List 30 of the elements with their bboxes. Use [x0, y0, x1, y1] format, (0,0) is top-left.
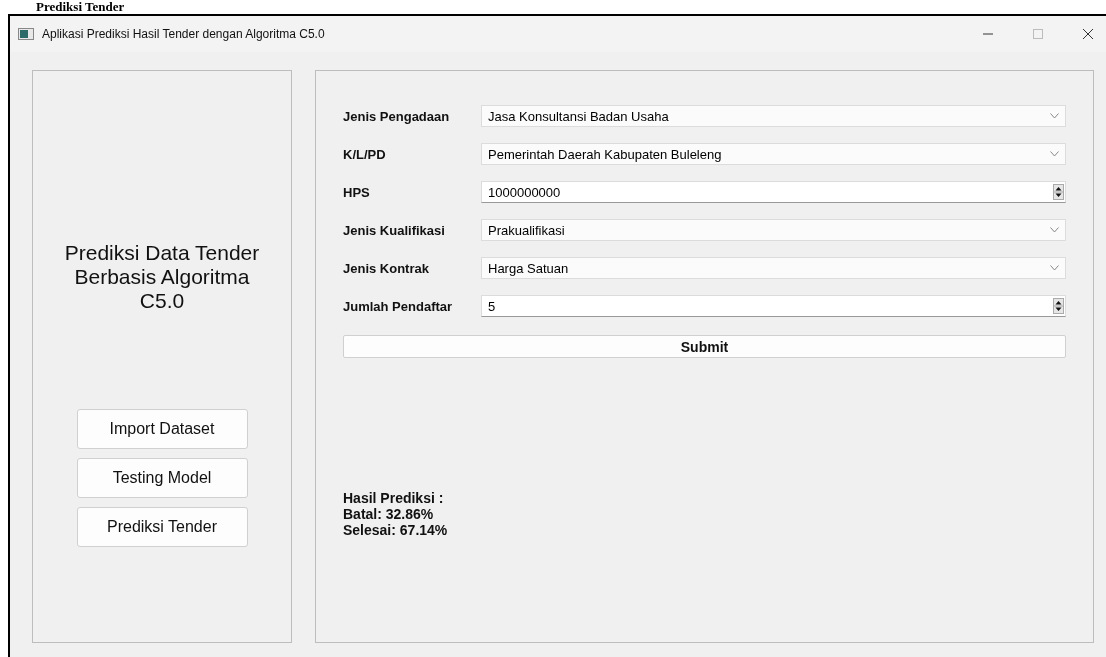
- field-label: Jumlah Pendaftar: [343, 298, 454, 314]
- result-text: Batal: 32.86%: [343, 506, 435, 522]
- chevron-icon: [1050, 265, 1059, 271]
- result-text: Hasil Prediksi :: [343, 490, 445, 506]
- close-icon[interactable]: [1082, 28, 1094, 40]
- field-label: Jenis Kontrak: [343, 260, 430, 276]
- field-label: HPS: [343, 184, 371, 200]
- chevron-icon: [1050, 113, 1059, 119]
- field-label: Jenis Pengadaan: [343, 108, 451, 124]
- spin-arrows-icon[interactable]: [1053, 184, 1064, 200]
- dropdown[interactable]: Pemerintah Daerah Kabupaten Buleleng: [481, 143, 1066, 165]
- sidebar-button[interactable]: Testing Model: [76, 458, 248, 498]
- field-label: K/L/PD: [343, 146, 387, 162]
- result-text: Selesai: 67.14%: [343, 522, 449, 538]
- dropdown[interactable]: Prakualifikasi: [481, 219, 1066, 241]
- sidebar-button[interactable]: Import Dataset: [76, 409, 248, 449]
- spin-arrows-icon[interactable]: [1053, 298, 1064, 314]
- submit-button[interactable]: Submit: [343, 335, 1066, 358]
- chevron-icon: [1050, 227, 1059, 233]
- window-title: Aplikasi Prediksi Hasil Tender dengan Algoritma C5.0: [42, 27, 325, 41]
- sidebar-button[interactable]: Prediksi Tender: [76, 507, 248, 547]
- dropdown[interactable]: Jasa Konsultansi Badan Usaha: [481, 105, 1066, 127]
- sidebar-title: Prediksi Data Tender Berbasis Algoritma C5.0: [63, 241, 261, 313]
- document-heading: Prediksi Tender: [36, 0, 125, 14]
- dropdown[interactable]: Harga Satuan: [481, 257, 1066, 279]
- chevron-icon: [1050, 151, 1059, 157]
- number-field[interactable]: 1000000000: [481, 181, 1066, 203]
- field-label: Jenis Kualifikasi: [343, 222, 446, 238]
- window-icon: [18, 28, 34, 40]
- number-field[interactable]: 5: [481, 295, 1066, 317]
